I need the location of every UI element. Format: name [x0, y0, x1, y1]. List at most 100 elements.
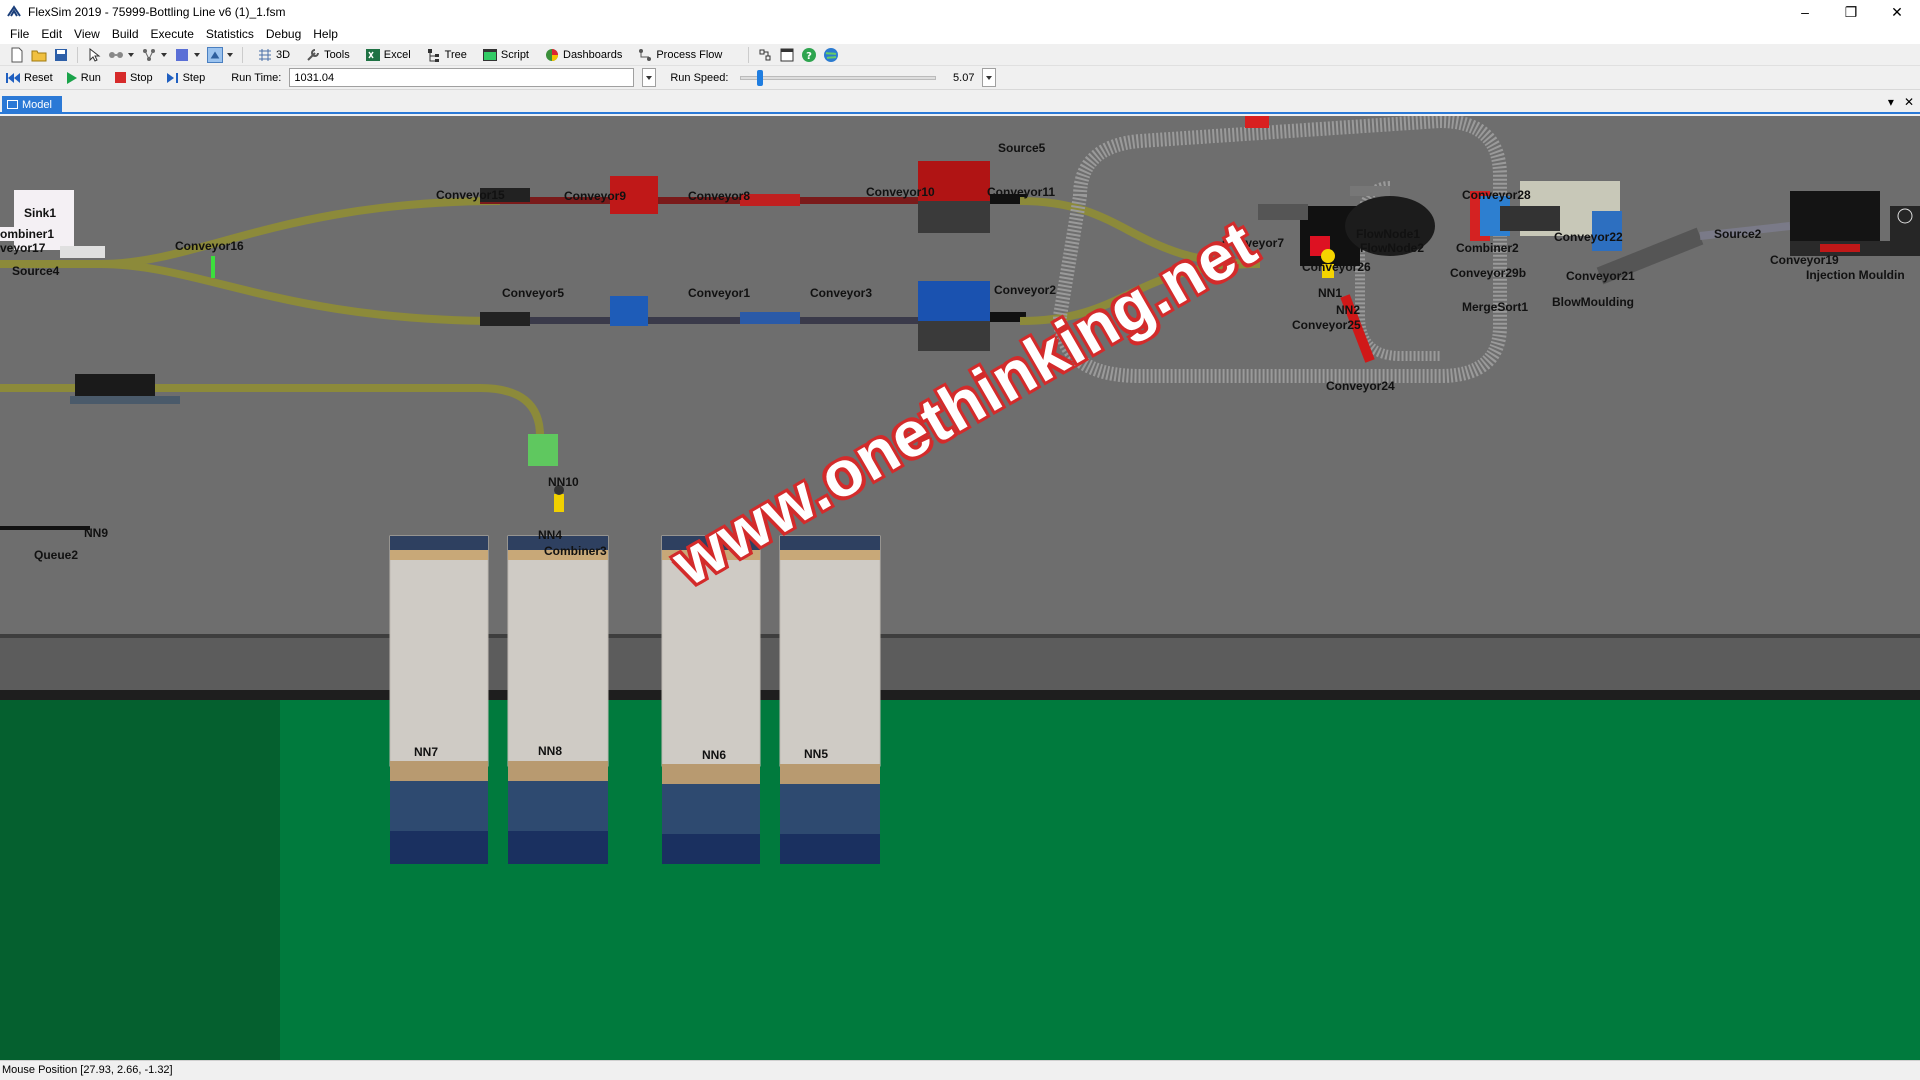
label-conveyor16: Conveyor16	[175, 239, 244, 253]
shape-dropdown-caret[interactable]	[194, 52, 200, 57]
label-conveyor3: Conveyor3	[810, 286, 873, 300]
pointer-icon[interactable]	[86, 47, 102, 63]
tracked-variables-icon[interactable]	[757, 47, 773, 63]
run-speed-dropdown[interactable]	[982, 68, 997, 87]
model-view-icon	[7, 100, 18, 109]
tools-icon	[307, 48, 320, 61]
label-nn2: NN2	[1336, 303, 1361, 317]
conveyor-equipment	[1258, 204, 1308, 220]
tools-button[interactable]: Tools	[302, 47, 350, 63]
machine-blue-large	[918, 281, 990, 321]
model-3d-view[interactable]: Sink1 ombiner1 veyor17 Source4 Conveyor1…	[0, 116, 1920, 1060]
label-nn5: NN5	[804, 747, 829, 761]
document-tab-strip: Model ▾ ✕	[0, 94, 1920, 114]
label-conveyor25: Conveyor25	[1292, 318, 1361, 332]
3d-button[interactable]: 3D	[254, 47, 290, 63]
stop-button[interactable]: Stop	[114, 71, 153, 84]
machine-base	[918, 321, 990, 351]
label-conveyor21: Conveyor21	[1566, 269, 1635, 283]
label-conveyor1: Conveyor1	[688, 286, 751, 300]
menu-view[interactable]: View	[68, 24, 106, 44]
nodes-dropdown-caret[interactable]	[161, 52, 167, 57]
window-layout-icon[interactable]	[779, 47, 795, 63]
floor-wall	[0, 638, 1920, 690]
window-title: FlexSim 2019 - 75999-Bottling Line v6 (1…	[28, 5, 286, 19]
silo-nn7	[389, 535, 489, 864]
connect-dropdown-caret[interactable]	[128, 52, 134, 57]
new-file-icon[interactable]	[9, 47, 25, 63]
status-bar: Mouse Position [27.93, 2.66, -1.32]	[0, 1060, 1920, 1080]
step-icon	[166, 72, 178, 83]
run-speed-slider[interactable]	[740, 69, 937, 86]
label-source4: Source4	[12, 264, 60, 278]
connect-objects-icon[interactable]	[108, 47, 124, 63]
tree-button[interactable]: Tree	[423, 47, 467, 63]
tote-red	[1245, 116, 1269, 128]
tree-icon	[427, 48, 439, 62]
tab-close-button[interactable]: ✕	[1904, 95, 1914, 109]
run-time-dropdown[interactable]	[642, 68, 657, 87]
menu-execute[interactable]: Execute	[145, 24, 200, 44]
run-play-icon	[66, 71, 77, 84]
label-nn7: NN7	[414, 745, 439, 759]
step-label: Step	[182, 71, 206, 84]
run-label: Run	[80, 71, 101, 84]
run-speed-value: 5.07	[953, 71, 975, 84]
tab-model[interactable]: Model	[2, 96, 62, 114]
reset-button[interactable]: Reset	[6, 72, 53, 84]
label-combiner1: ombiner1	[0, 227, 55, 241]
chevron-down-icon	[986, 75, 993, 80]
silo-nn5	[779, 535, 881, 864]
label-conveyor24: Conveyor24	[1326, 379, 1395, 393]
label-conveyor17: veyor17	[0, 241, 46, 255]
floor-edge	[0, 690, 1920, 700]
shape-icon[interactable]	[174, 47, 190, 63]
label-nn1: NN1	[1318, 286, 1343, 300]
label-conveyor26: Conveyor26	[1302, 260, 1371, 274]
conveyor-equipment	[740, 312, 800, 324]
injection-moulding-machine	[1790, 191, 1880, 246]
run-time-field[interactable]: 1031.04	[289, 68, 635, 87]
label-conveyor10: Conveyor10	[866, 185, 935, 199]
open-folder-icon[interactable]	[31, 47, 47, 63]
process-flow-button[interactable]: Process Flow	[634, 47, 722, 63]
save-icon[interactable]	[53, 47, 69, 63]
run-speed-slider-thumb[interactable]	[757, 69, 764, 86]
conveyor-equipment	[480, 312, 530, 326]
stop-icon	[114, 72, 126, 83]
3d-label: 3D	[276, 48, 291, 61]
view-mode-icon[interactable]	[207, 46, 223, 63]
restore-button[interactable]: ❐	[1828, 0, 1874, 24]
minimize-button[interactable]: –	[1782, 0, 1828, 24]
stop-label: Stop	[129, 71, 153, 84]
excel-button[interactable]: Excel	[362, 47, 411, 63]
menu-statistics[interactable]: Statistics	[200, 24, 260, 44]
machine-dark	[75, 374, 155, 396]
script-button[interactable]: Script	[479, 47, 529, 63]
label-conveyor2: Conveyor2	[994, 283, 1057, 297]
label-mergesort1: MergeSort1	[1462, 300, 1529, 314]
label-conveyor9: Conveyor9	[564, 189, 627, 203]
conveyor-track	[99, 197, 501, 268]
close-button[interactable]: ✕	[1874, 0, 1920, 24]
online-globe-icon[interactable]	[823, 47, 839, 63]
help-icon[interactable]: ?	[801, 47, 817, 63]
run-button[interactable]: Run	[66, 71, 101, 84]
menu-debug[interactable]: Debug	[260, 24, 307, 44]
tab-list-dropdown[interactable]: ▾	[1888, 95, 1894, 109]
network-nodes-icon[interactable]	[141, 47, 157, 63]
view-mode-dropdown-caret[interactable]	[227, 52, 233, 57]
step-button[interactable]: Step	[166, 71, 206, 84]
machine-base	[918, 201, 990, 233]
title-bar: FlexSim 2019 - 75999-Bottling Line v6 (1…	[0, 0, 1920, 24]
menu-file[interactable]: File	[4, 24, 35, 44]
label-source2: Source2	[1714, 227, 1762, 241]
menu-edit[interactable]: Edit	[35, 24, 68, 44]
menu-help[interactable]: Help	[307, 24, 344, 44]
menu-build[interactable]: Build	[106, 24, 145, 44]
chevron-down-icon	[646, 75, 653, 80]
dashboards-button[interactable]: Dashboards	[541, 47, 622, 63]
dashboards-pie-icon	[546, 48, 558, 61]
excel-label: Excel	[383, 48, 411, 61]
process-flow-icon	[639, 48, 652, 61]
